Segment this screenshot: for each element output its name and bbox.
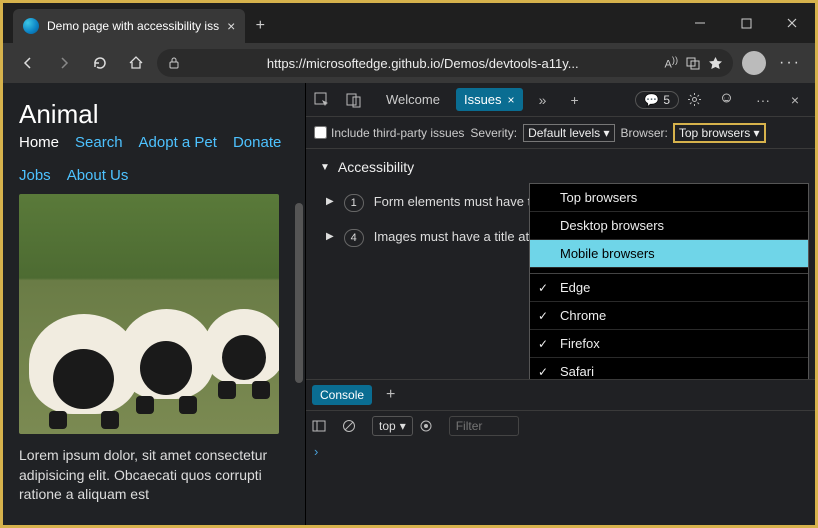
check-icon: ✓ [538, 281, 548, 295]
close-icon[interactable]: × [508, 93, 515, 107]
nav-link[interactable]: About Us [67, 167, 129, 184]
maximize-button[interactable] [723, 3, 769, 43]
prompt-icon: › [314, 444, 318, 459]
inspect-icon[interactable] [314, 92, 338, 108]
address-bar[interactable]: https://microsoftedge.github.io/Demos/de… [157, 49, 733, 77]
browser-select[interactable]: Top browsers ▾ [674, 124, 765, 142]
issues-body: ▼ Accessibility ▶ 1 Form elements must h… [306, 149, 815, 379]
nav-link[interactable]: Search [75, 134, 123, 151]
dropdown-group-item[interactable]: Top browsers [530, 184, 808, 212]
speech-icon: 💬 [644, 93, 659, 107]
forward-button[interactable] [49, 48, 79, 78]
refresh-button[interactable] [85, 48, 115, 78]
browser-dropdown: Top browsersDesktop browsersMobile brows… [529, 183, 809, 379]
issues-count-badge[interactable]: 💬 5 [635, 91, 679, 109]
tab-close-icon[interactable]: × [227, 18, 235, 34]
badge-count: 5 [663, 93, 670, 107]
nav-link[interactable]: Adopt a Pet [139, 134, 217, 151]
third-party-checkbox[interactable]: Include third-party issues [314, 126, 464, 140]
issues-section-accessibility[interactable]: ▼ Accessibility [306, 149, 815, 185]
console-prompt[interactable]: › [306, 440, 815, 525]
tab-issues-label: Issues [464, 92, 502, 107]
severity-label: Severity: [470, 126, 517, 140]
nav-link[interactable]: Donate [233, 134, 281, 151]
console-toolbar: top ▾ [306, 410, 815, 440]
severity-select[interactable]: Default levels ▾ [523, 124, 614, 142]
dropdown-browser-item[interactable]: ✓Chrome [530, 302, 808, 330]
browser-label: Browser: [621, 126, 668, 140]
dropdown-browser-item[interactable]: ✓Firefox [530, 330, 808, 358]
issue-count: 4 [344, 229, 364, 247]
profile-avatar[interactable] [739, 48, 769, 78]
feedback-icon[interactable] [719, 92, 743, 107]
chevron-right-icon: ▶ [326, 231, 334, 242]
devtools-drawer: Console + top ▾ › [306, 379, 815, 525]
devtools-close-icon[interactable]: × [783, 92, 807, 108]
dropdown-browser-item[interactable]: ✓Safari [530, 358, 808, 379]
close-window-button[interactable] [769, 3, 815, 43]
issues-filter-bar: Include third-party issues Severity: Def… [306, 117, 815, 149]
browser-toolbar: https://microsoftedge.github.io/Demos/de… [3, 43, 815, 83]
browser-tab[interactable]: Demo page with accessibility iss × [13, 9, 245, 43]
gear-icon[interactable] [687, 92, 711, 107]
page-scrollbar[interactable] [295, 203, 303, 383]
window-titlebar: Demo page with accessibility iss × + [3, 3, 815, 43]
minimize-button[interactable] [677, 3, 723, 43]
nav-link[interactable]: Home [19, 134, 59, 151]
checkbox-label: Include third-party issues [331, 126, 464, 140]
page-body-text: Lorem ipsum dolor, sit amet consectetur … [19, 446, 289, 505]
checkbox[interactable] [314, 126, 327, 139]
dropdown-browser-item[interactable]: ✓Edge [530, 274, 808, 302]
sidebar-toggle-icon[interactable] [312, 419, 336, 433]
content-area: Animal Home Search Adopt a Pet Donate Jo… [3, 83, 815, 525]
page-nav: Home Search Adopt a Pet Donate Jobs Abou… [19, 134, 289, 184]
chevron-right-icon[interactable]: » [531, 92, 555, 108]
translate-icon[interactable] [686, 56, 700, 70]
reader-icon[interactable]: A)) [665, 55, 678, 71]
url-text: https://microsoftedge.github.io/Demos/de… [189, 56, 657, 71]
chevron-down-icon: ▾ [400, 419, 406, 433]
app-menu-button[interactable]: ··· [775, 48, 805, 78]
drawer-tabstrip: Console + [306, 380, 815, 410]
check-icon: ✓ [538, 337, 548, 351]
chevron-right-icon: ▶ [326, 196, 334, 207]
home-button[interactable] [121, 48, 151, 78]
page-heading: Animal [19, 99, 289, 130]
favorite-icon[interactable] [708, 56, 723, 71]
hero-image [19, 194, 279, 434]
chevron-down-icon: ▼ [320, 162, 330, 173]
live-expression-icon[interactable] [419, 419, 443, 433]
rendered-page: Animal Home Search Adopt a Pet Donate Jo… [3, 83, 305, 525]
dropdown-group-item[interactable]: Desktop browsers [530, 212, 808, 240]
nav-link[interactable]: Jobs [19, 167, 51, 184]
check-icon: ✓ [538, 309, 548, 323]
tab-title: Demo page with accessibility iss [47, 19, 219, 33]
tab-welcome[interactable]: Welcome [378, 88, 448, 111]
device-toggle-icon[interactable] [346, 92, 370, 108]
console-filter-input[interactable] [449, 416, 519, 436]
back-button[interactable] [13, 48, 43, 78]
more-icon[interactable]: ··· [751, 92, 775, 108]
site-info-icon[interactable] [167, 56, 181, 70]
dropdown-group-item[interactable]: Mobile browsers [530, 240, 808, 268]
tab-issues[interactable]: Issues × [456, 88, 523, 111]
devtools-panel: Welcome Issues × » + 💬 5 ··· × [305, 83, 815, 525]
clear-console-icon[interactable] [342, 419, 366, 433]
issue-count: 1 [344, 194, 364, 212]
check-icon: ✓ [538, 365, 548, 379]
drawer-tab-console[interactable]: Console [312, 385, 372, 405]
devtools-tabstrip: Welcome Issues × » + 💬 5 ··· × [306, 83, 815, 117]
edge-icon [23, 18, 39, 34]
window-controls [677, 3, 815, 43]
section-label: Accessibility [338, 159, 414, 175]
context-select[interactable]: top ▾ [372, 416, 413, 436]
new-tab-icon[interactable]: + [563, 92, 587, 108]
drawer-new-tab[interactable]: + [380, 386, 401, 404]
new-tab-button[interactable]: + [245, 9, 275, 43]
